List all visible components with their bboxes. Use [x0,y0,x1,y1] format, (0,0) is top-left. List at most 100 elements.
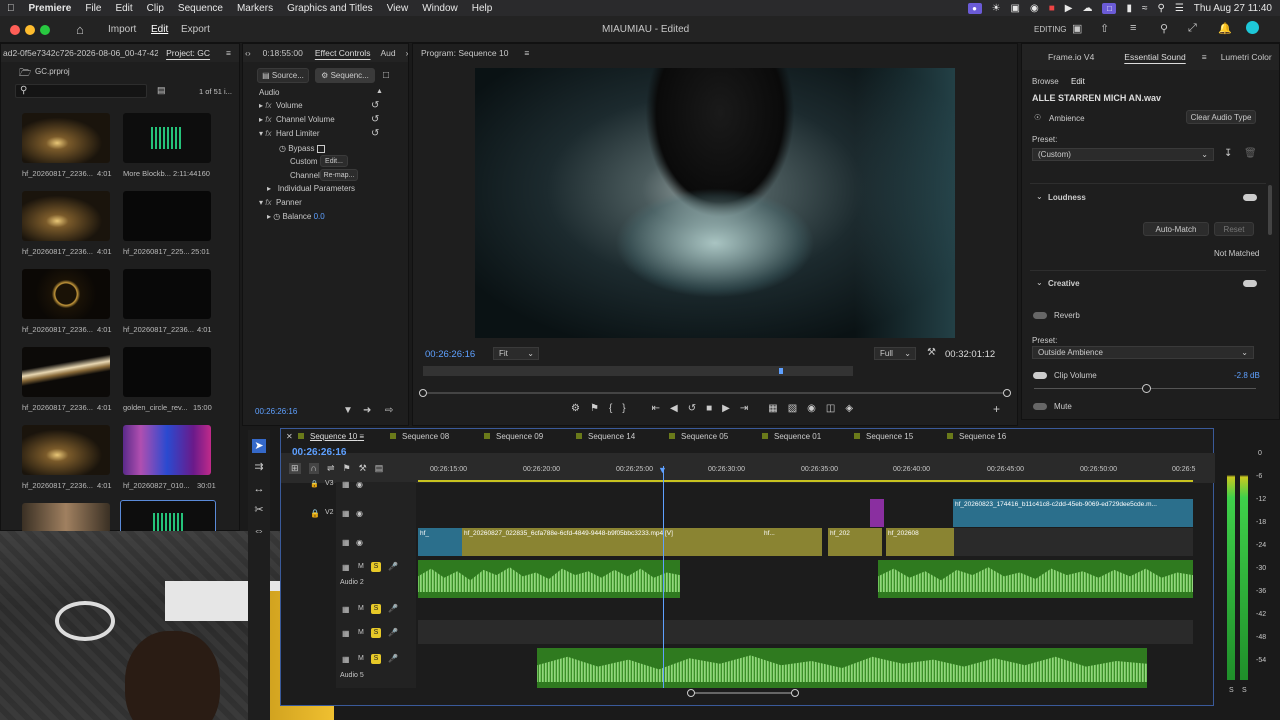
wrench-icon[interactable]: ⚒ [359,463,367,474]
tab-sequence-05[interactable]: Sequence 05 [669,432,728,441]
balance-row[interactable]: ▸ ◷ Balance 0.0 [267,212,325,221]
add-marker-icon[interactable]: ⚑ [343,463,351,474]
vr-icon[interactable]: ◈ [845,403,853,417]
program-timecode[interactable]: 00:26:26:16 [425,349,475,360]
tab-media[interactable]: ad2-0f5e7342c726-2026-08-06_00-47-42 [1,48,158,58]
marker-icon[interactable]: ⚑ [590,403,599,417]
save-preset-icon[interactable]: ↧ [1224,148,1232,159]
audio-thumbnail-selected[interactable] [120,500,216,534]
minimize-window-button[interactable] [25,25,35,35]
meter-solo-right[interactable]: S [1242,687,1247,694]
overwrite-icon[interactable]: ▧ [788,403,797,417]
stop-icon[interactable]: ■ [706,403,712,417]
tab-sequence-09[interactable]: Sequence 09 [484,432,543,441]
settings-icon[interactable]: ≡ [1130,22,1136,34]
tab-essential-sound[interactable]: Essential Sound [1102,52,1193,62]
menu-clip[interactable]: Clip [140,3,171,14]
chrome-icon[interactable]: ◉ [1030,3,1039,14]
bin-icon[interactable]: ▤ [157,85,166,96]
timeline-timecode[interactable]: 00:26:26:16 [292,447,346,458]
individual-params-row[interactable]: ▸ Individual Parameters [267,184,355,193]
cloud-icon[interactable]: ☁ [1082,3,1092,14]
go-to-out-icon[interactable]: ⇥ [740,403,748,417]
play-audio-icon[interactable]: ➜ [363,405,371,416]
fit-dropdown[interactable]: Fit ⌄ [493,347,539,360]
video-frame[interactable] [475,68,955,338]
share-icon[interactable]: ⇧ [1100,22,1109,35]
video-clip[interactable]: hf_202608 [886,528,954,556]
expand-icon[interactable]: ⤢ [1188,22,1197,35]
snap-icon[interactable]: ∩ [308,463,320,474]
playhead-handle-icon[interactable]: ▼ [658,465,667,475]
audio-clip[interactable] [418,560,680,598]
step-forward-icon[interactable]: ▶ [722,403,730,417]
zoom-bar[interactable] [419,389,1011,397]
step-back-icon[interactable]: ◀ [670,403,678,417]
audio-thumbnail[interactable] [123,113,211,163]
edit-tab[interactable]: Edit [1071,77,1085,86]
video-clip[interactable]: hf_20260823_174416_b11c41c8-c2dd-45eb-90… [953,499,1193,527]
display-icon[interactable]: ▣ [1011,3,1020,14]
video-clip[interactable]: hf... [762,528,822,556]
sync-icon[interactable]: ▦ [342,605,350,614]
export-icon[interactable]: ⇨ [385,405,393,416]
apple-icon[interactable]:  [0,3,22,14]
panner-row[interactable]: ▾ fx Panner [259,198,302,207]
lock-icon[interactable]: 🔒 [310,480,319,488]
source-tab[interactable]: ▤ Source... [257,68,309,83]
camera-icon[interactable]: ◉ [807,403,816,417]
tab-sequence-08[interactable]: Sequence 08 [390,432,449,441]
menu-file[interactable]: File [78,3,108,14]
menu-markers[interactable]: Markers [230,3,280,14]
channel-volume-row[interactable]: ▸ fx Channel Volume [259,115,335,124]
sync-icon[interactable]: ▦ [342,655,350,664]
reset-icon[interactable]: ↺ [371,114,379,125]
clip-thumbnail[interactable] [123,191,211,241]
reset-icon[interactable]: ↺ [371,100,379,111]
volume-row[interactable]: ▸ fx Volume [259,101,303,110]
lock-icon[interactable]: 🔒 [310,509,320,518]
add-button-icon[interactable]: + [993,402,1000,416]
eye-icon[interactable]: ◉ [356,480,363,489]
zoom-handle-left[interactable] [419,389,427,397]
clip-thumbnail[interactable] [22,347,110,397]
search-icon[interactable]: ⚲ [1160,22,1168,35]
solo-button[interactable]: S [371,628,381,638]
zoom-window-button[interactable] [40,25,50,35]
collapse-icon[interactable]: ‹› [243,48,259,58]
notifications-icon[interactable]: 🔔 [1218,22,1232,35]
solo-button[interactable]: S [371,654,381,664]
clear-audio-type-button[interactable]: Clear Audio Type [1186,110,1256,124]
workspace-label[interactable]: EDITING [1034,25,1066,34]
search-input[interactable]: ⚲ [15,84,147,98]
tab-sequence-10[interactable]: Sequence 10 ≡ [298,432,364,441]
empty-video-region[interactable] [954,528,1193,556]
nest-icon[interactable]: ⊞ [289,463,301,474]
program-title[interactable]: Program: Sequence 10 [413,48,516,58]
eye-icon[interactable]: ◉ [356,509,363,518]
tab-sequence-16[interactable]: Sequence 16 [947,432,1006,441]
panel-layout-icon[interactable]: □ [383,70,389,81]
mute-button[interactable]: M [358,563,364,570]
nav-edit[interactable]: Edit [151,24,168,35]
wrench-icon[interactable]: ⚒ [927,347,936,358]
loudness-chevron-icon[interactable]: ⌄ [1036,192,1043,201]
insert-icon[interactable]: ▦ [768,403,777,417]
balance-value[interactable]: 0.0 [314,212,325,221]
video-clip[interactable]: hf_202 [828,528,882,556]
playhead[interactable] [663,466,664,688]
screen-record-icon[interactable]: ● [967,2,982,14]
nav-import[interactable]: Import [108,24,136,35]
scroll-up-icon[interactable]: ▲ [376,88,383,95]
selection-tool-icon[interactable]: ➤ [252,439,266,453]
auto-match-button[interactable]: Auto-Match [1143,222,1209,236]
clip-volume-slider[interactable] [1034,384,1256,393]
nav-export[interactable]: Export [181,24,210,35]
clip-thumbnail[interactable] [22,269,110,319]
clip-thumbnail[interactable] [22,503,110,533]
home-icon[interactable]: ⌂ [76,22,84,37]
sequence-tab[interactable]: ⚙ Sequenc... [315,68,375,83]
scroll-handle-left[interactable] [687,689,695,697]
menu-view[interactable]: View [380,3,416,14]
scrollbar[interactable] [1268,185,1272,235]
